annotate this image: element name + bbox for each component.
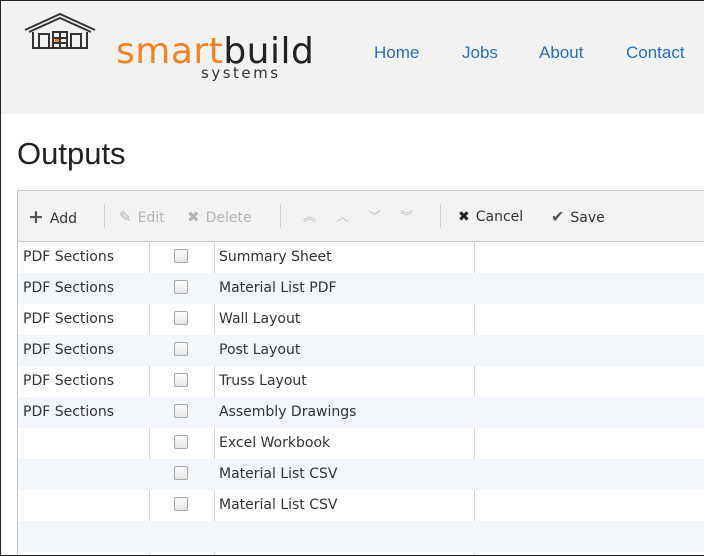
- add-label: Add: [49, 211, 78, 227]
- top-nav: Home Jobs About Contact: [1, 43, 704, 63]
- output-name-cell: Material List CSV: [219, 466, 338, 482]
- delete-label: Delete: [205, 210, 252, 226]
- move-top-icon[interactable]: ︽: [303, 206, 316, 225]
- include-checkbox[interactable]: [174, 279, 188, 294]
- table-row[interactable]: PDF Sections Assembly Drawings: [18, 397, 704, 428]
- output-name-cell: Wall Layout: [219, 311, 301, 327]
- include-cell: [174, 304, 188, 335]
- include-cell: [174, 459, 188, 490]
- move-bottom-icon[interactable]: ︾: [400, 206, 413, 225]
- edit-button[interactable]: ✎ Edit: [119, 207, 165, 227]
- site-header: smartbuild systems Home Jobs About Conta…: [1, 1, 704, 114]
- brand-subtitle: systems: [201, 64, 281, 82]
- group-cell: PDF Sections: [23, 280, 115, 296]
- table-row[interactable]: Excel Workbook: [18, 428, 704, 459]
- page-title: Outputs: [17, 136, 126, 171]
- cancel-label: Cancel: [475, 209, 524, 225]
- include-checkbox[interactable]: [174, 372, 188, 387]
- table-row[interactable]: PDF Sections Material List PDF: [18, 273, 704, 304]
- move-up-icon[interactable]: ︿: [336, 206, 349, 225]
- plus-icon: +: [28, 206, 44, 228]
- save-button[interactable]: ✔ Save: [551, 207, 605, 227]
- group-cell: PDF Sections: [23, 249, 115, 265]
- include-cell: [174, 242, 188, 273]
- nav-jobs-link[interactable]: Jobs: [462, 43, 498, 63]
- include-checkbox[interactable]: [174, 403, 188, 418]
- nav-home-link[interactable]: Home: [374, 43, 419, 63]
- close-icon: ✖: [187, 208, 200, 226]
- output-name-cell: Material List CSV: [219, 497, 338, 513]
- group-cell: PDF Sections: [23, 342, 115, 358]
- table-row[interactable]: PDF Sections Wall Layout: [18, 304, 704, 335]
- save-label: Save: [570, 210, 605, 226]
- cancel-button[interactable]: ✖ Cancel: [458, 207, 523, 227]
- pencil-icon: ✎: [119, 208, 132, 226]
- group-cell: PDF Sections: [23, 311, 115, 327]
- table-row[interactable]: PDF Sections Summary Sheet: [18, 242, 704, 273]
- output-name-cell: Truss Layout: [219, 373, 307, 389]
- toolbar-divider: [104, 204, 105, 228]
- group-cell: PDF Sections: [23, 404, 115, 420]
- include-checkbox[interactable]: [174, 496, 188, 511]
- app-frame: smartbuild systems Home Jobs About Conta…: [0, 0, 704, 556]
- outputs-grid: + Add ✎ Edit ✖ Delete ︽ ︿ ﹀ ︾ ✖ Cancel ✔ Save: [17, 190, 704, 555]
- output-name-cell: Assembly Drawings: [219, 404, 357, 420]
- grid-toolbar: + Add ✎ Edit ✖ Delete ︽ ︿ ﹀ ︾ ✖ Cancel ✔ Save: [18, 191, 704, 242]
- include-cell: [174, 397, 188, 428]
- nav-contact-link[interactable]: Contact: [626, 43, 685, 63]
- include-cell: [174, 428, 188, 459]
- output-name-cell: Excel Workbook: [219, 435, 331, 451]
- include-checkbox[interactable]: [174, 341, 188, 356]
- include-checkbox[interactable]: [174, 434, 188, 449]
- add-button[interactable]: + Add: [28, 207, 77, 227]
- output-name-cell: Post Layout: [219, 342, 301, 358]
- grid-rows: PDF Sections Summary Sheet PDF Sections …: [18, 242, 704, 552]
- nav-about-link[interactable]: About: [539, 43, 583, 63]
- output-name-cell: Summary Sheet: [219, 249, 332, 265]
- table-row[interactable]: PDF Sections Truss Layout: [18, 366, 704, 397]
- close-icon: ✖: [458, 209, 470, 225]
- table-row[interactable]: [18, 521, 704, 552]
- include-checkbox[interactable]: [174, 248, 188, 263]
- check-icon: ✔: [551, 207, 565, 226]
- toolbar-divider: [280, 204, 281, 228]
- include-cell: [174, 490, 188, 521]
- delete-button[interactable]: ✖ Delete: [187, 207, 252, 227]
- group-cell: PDF Sections: [23, 373, 115, 389]
- table-row[interactable]: PDF Sections Post Layout: [18, 335, 704, 366]
- include-checkbox[interactable]: [174, 310, 188, 325]
- table-row[interactable]: Material List CSV: [18, 459, 704, 490]
- include-cell: [174, 335, 188, 366]
- output-name-cell: Material List PDF: [219, 280, 337, 296]
- table-row[interactable]: Material List CSV: [18, 490, 704, 521]
- edit-label: Edit: [137, 210, 165, 226]
- include-cell: [174, 273, 188, 304]
- include-checkbox[interactable]: [174, 465, 188, 480]
- include-cell: [174, 366, 188, 397]
- move-down-icon[interactable]: ﹀: [368, 206, 381, 225]
- toolbar-divider: [440, 204, 441, 228]
